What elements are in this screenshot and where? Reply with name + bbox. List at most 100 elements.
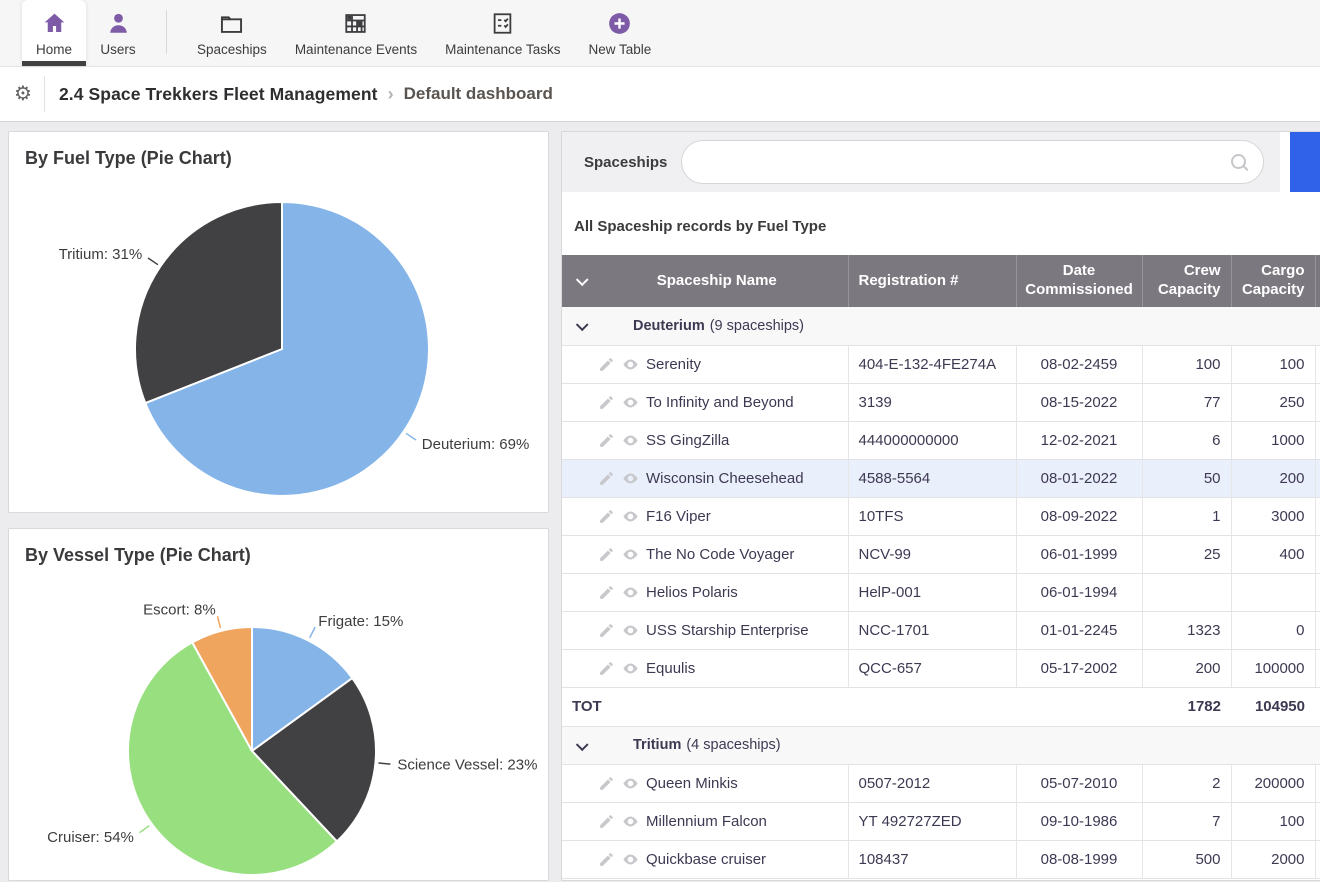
fuel-type-pie-chart[interactable]: Deuterium: 69% Tritium: 31% <box>9 132 548 513</box>
group-totals-row: TOT 1782 104950 <box>562 687 1320 726</box>
edit-icon[interactable] <box>598 813 615 830</box>
group-label: Tritium <box>633 737 681 753</box>
view-icon[interactable] <box>622 356 639 373</box>
svg-text:Deuterium: 69%: Deuterium: 69% <box>422 436 530 453</box>
table-row[interactable]: Serenity 404-E-132-4FE274A 08-02-2459 10… <box>562 345 1320 383</box>
folder-icon <box>218 8 245 38</box>
view-icon[interactable] <box>622 508 639 525</box>
search-input[interactable] <box>682 141 1263 183</box>
group-row-tritium[interactable]: Tritium (4 spaceships) <box>562 726 1320 764</box>
nav-divider <box>166 10 167 54</box>
view-icon[interactable] <box>622 851 639 868</box>
group-chevron-icon[interactable] <box>576 319 589 332</box>
edit-icon[interactable] <box>598 622 615 639</box>
report-column: Spaceships All Spaceship records by Fuel… <box>561 131 1320 881</box>
collapse-all-chevron-icon[interactable] <box>576 273 589 286</box>
vessel-type-pie-chart[interactable]: Frigate: 15% Science Vessel: 23% Cruiser: … <box>9 529 548 881</box>
nav-item-home[interactable]: Home <box>22 0 86 66</box>
edit-icon[interactable] <box>598 851 615 868</box>
table-row[interactable]: Quickbase cruiser 108437 08-08-1999 500 … <box>562 840 1320 878</box>
column-header-cargo[interactable]: Cargo Capacity <box>1231 255 1315 307</box>
search-label: Spaceships <box>584 154 667 171</box>
breadcrumb: ⚙ 2.4 Space Trekkers Fleet Management › … <box>0 67 1320 122</box>
nav-label: Maintenance Events <box>295 42 417 57</box>
svg-text:Science Vessel: 23%: Science Vessel: 23% <box>397 757 537 774</box>
column-header-name[interactable]: Spaceship Name <box>562 255 848 307</box>
column-header-registration[interactable]: Registration # <box>848 255 1016 307</box>
edit-icon[interactable] <box>598 584 615 601</box>
view-icon[interactable] <box>622 622 639 639</box>
table-header-row: Spaceship Name Registration # Date Commi… <box>562 255 1320 307</box>
spaceships-report-card: Spaceships All Spaceship records by Fuel… <box>561 131 1320 881</box>
checklist-icon <box>489 8 516 38</box>
fuel-type-chart-card: By Fuel Type (Pie Chart) Deuterium: 69%T… <box>8 131 549 513</box>
totals-label: TOT <box>562 687 848 726</box>
settings-gear-icon[interactable]: ⚙ <box>14 84 32 104</box>
totals-cargo: 104950 <box>1231 687 1315 726</box>
search-box[interactable] <box>681 140 1264 184</box>
svg-text:Cruiser: 54%: Cruiser: 54% <box>47 829 134 846</box>
group-count: (4 spaceships) <box>686 737 780 753</box>
table-row[interactable]: SS GingZilla 444000000000 12-02-2021 6 1… <box>562 421 1320 459</box>
view-icon[interactable] <box>622 470 639 487</box>
edit-icon[interactable] <box>598 775 615 792</box>
svg-text:Frigate: 15%: Frigate: 15% <box>318 613 403 630</box>
edit-icon[interactable] <box>598 508 615 525</box>
view-icon[interactable] <box>622 813 639 830</box>
nav-label: Spaceships <box>197 42 267 57</box>
table-row[interactable]: USS Starship Enterprise NCC-1701 01-01-2… <box>562 611 1320 649</box>
edit-icon[interactable] <box>598 470 615 487</box>
edit-icon[interactable] <box>598 356 615 373</box>
breadcrumb-divider <box>44 76 45 112</box>
nav-item-maintenance-events[interactable]: Maintenance Events <box>281 0 431 66</box>
report-title: All Spaceship records by Fuel Type <box>574 218 1320 235</box>
new-record-button[interactable] <box>1290 132 1320 192</box>
breadcrumb-separator-icon: › <box>388 84 394 105</box>
dashboard-body: By Fuel Type (Pie Chart) Deuterium: 69%T… <box>0 122 1320 881</box>
table-row-selected[interactable]: Wisconsin Cheesehead 4588-5564 08-01-202… <box>562 459 1320 497</box>
edit-icon[interactable] <box>598 432 615 449</box>
group-count: (9 spaceships) <box>710 318 804 334</box>
app-title[interactable]: 2.4 Space Trekkers Fleet Management <box>59 84 378 105</box>
table-row[interactable]: To Infinity and Beyond 3139 08-15-2022 7… <box>562 383 1320 421</box>
table-row[interactable]: Equulis QCC-657 05-17-2002 200 100000 <box>562 649 1320 687</box>
table-row[interactable]: Millennium Falcon YT 492727ZED 09-10-198… <box>562 802 1320 840</box>
group-chevron-icon[interactable] <box>576 738 589 751</box>
svg-text:Tritium: 31%: Tritium: 31% <box>59 246 143 263</box>
user-icon <box>105 8 132 38</box>
charts-column: By Fuel Type (Pie Chart) Deuterium: 69%T… <box>8 131 549 881</box>
edit-icon[interactable] <box>598 546 615 563</box>
column-header-crew[interactable]: Crew Capacity <box>1142 255 1231 307</box>
vessel-type-chart-card: By Vessel Type (Pie Chart) Frigate: 15%S… <box>8 528 549 881</box>
view-icon[interactable] <box>622 660 639 677</box>
view-icon[interactable] <box>622 584 639 601</box>
view-icon[interactable] <box>622 432 639 449</box>
nav-label: Home <box>36 42 72 57</box>
view-icon[interactable] <box>622 394 639 411</box>
table-row[interactable]: Queen Minkis 0507-2012 05-07-2010 2 2000… <box>562 764 1320 802</box>
search-icon[interactable] <box>1231 154 1249 172</box>
group-row-deuterium[interactable]: Deuterium (9 spaceships) <box>562 307 1320 345</box>
nav-item-maintenance-tasks[interactable]: Maintenance Tasks <box>431 0 574 66</box>
view-icon[interactable] <box>622 546 639 563</box>
nav-label: New Table <box>588 42 651 57</box>
spaceships-table: Spaceship Name Registration # Date Commi… <box>562 255 1320 879</box>
top-nav: Home Users Spaceships Maintenance Events <box>0 0 1320 67</box>
nav-item-spaceships[interactable]: Spaceships <box>183 0 281 66</box>
table-row[interactable]: The No Code Voyager NCV-99 06-01-1999 25… <box>562 535 1320 573</box>
column-header-cutoff <box>1315 255 1320 307</box>
svg-text:Escort: 8%: Escort: 8% <box>143 602 216 619</box>
nav-item-users[interactable]: Users <box>86 0 150 66</box>
edit-icon[interactable] <box>598 660 615 677</box>
view-icon[interactable] <box>622 775 639 792</box>
totals-crew: 1782 <box>1142 687 1231 726</box>
table-row[interactable]: F16 Viper 10TFS 08-09-2022 1 3000 <box>562 497 1320 535</box>
edit-icon[interactable] <box>598 394 615 411</box>
column-header-date[interactable]: Date Commissioned <box>1016 255 1142 307</box>
plus-circle-icon <box>606 8 633 38</box>
nav-label: Users <box>100 42 135 57</box>
nav-label: Maintenance Tasks <box>445 42 560 57</box>
table-row[interactable]: Helios Polaris HelP-001 06-01-1994 <box>562 573 1320 611</box>
grid-table-icon <box>342 8 369 38</box>
nav-item-new-table[interactable]: New Table <box>574 0 665 66</box>
